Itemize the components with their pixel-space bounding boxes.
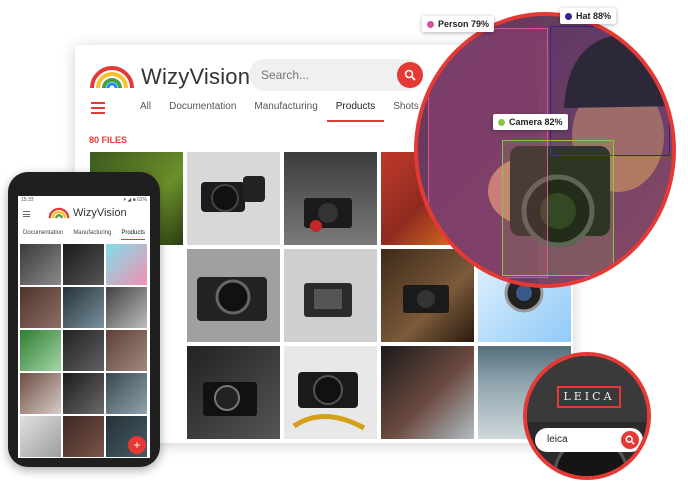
camera-detection-label: Camera 82% [493,114,568,130]
rainbow-logo-icon [90,66,134,89]
photo-tile[interactable] [284,152,377,245]
search-button[interactable] [621,431,639,449]
camera-closeup-illustration [527,356,647,476]
person-dot-icon [427,20,434,28]
brand-name: WizyVision [141,64,251,89]
phone-status-bar: 15:33 ▾ ◢ ■ 62% [18,196,150,204]
hamburger-menu-icon[interactable] [91,102,105,117]
photo-tile[interactable] [284,346,377,439]
camera-dot-icon [498,118,505,126]
photo-tile[interactable] [20,287,61,328]
hat-dot-icon [565,12,572,20]
tab-products[interactable]: Products [326,101,385,122]
detected-text-box: LEICA [557,386,621,408]
photo-tile[interactable] [63,244,104,285]
tab-manufacturing[interactable]: Manufacturing [73,230,111,240]
mobile-phone: 15:33 ▾ ◢ ■ 62% WizyVision Documentation… [8,172,160,467]
camera-photo-icon [304,283,352,317]
photo-tile[interactable] [106,287,147,328]
tab-all[interactable]: All [131,101,160,122]
rainbow-logo-icon [48,207,70,219]
search-button[interactable] [397,62,423,88]
tab-documentation[interactable]: Documentation [23,230,63,240]
brand-name: WizyVision [73,207,127,219]
tab-documentation[interactable]: Documentation [160,101,245,122]
photo-tile[interactable] [106,244,147,285]
camera-photo-icon [201,176,265,212]
text-search-zoom-circle: LEICA leica [523,352,651,480]
camera-photo-icon [304,198,352,232]
hamburger-menu-icon[interactable] [23,211,30,219]
status-indicators: ▾ ◢ ■ 62% [123,197,147,203]
photo-tile[interactable] [106,373,147,414]
camera-photo-icon [292,372,366,431]
category-tabs: All Documentation Manufacturing Products… [131,101,428,122]
tab-products[interactable]: Products [121,230,145,240]
photo-tile[interactable] [284,249,377,342]
photo-tile[interactable] [20,416,61,457]
search-icon [625,435,635,445]
files-count: 80 FILES [89,135,128,145]
status-time: 15:33 [21,197,34,203]
photo-tile[interactable] [20,330,61,371]
photo-tile[interactable] [20,373,61,414]
camera-photo-icon [203,382,257,416]
tab-manufacturing[interactable]: Manufacturing [245,101,326,122]
brand-logo[interactable]: WizyVision [89,61,250,93]
photo-tile[interactable] [63,287,104,328]
photo-tile[interactable] [381,346,474,439]
photo-tile[interactable] [187,249,280,342]
person-detection-label: Person 79% [422,16,495,32]
search-icon [404,69,416,81]
photo-tile[interactable] [187,346,280,439]
brand-logo[interactable]: WizyVision [48,207,127,219]
photo-tile[interactable] [63,330,104,371]
photo-tile[interactable] [20,244,61,285]
photo-tile[interactable] [63,416,104,457]
add-button[interactable]: + [128,436,146,454]
photo-tile[interactable] [187,152,280,245]
phone-screen: 15:33 ▾ ◢ ■ 62% WizyVision Documentation… [18,196,150,458]
camera-photo-icon [197,277,267,321]
category-tabs: Documentation Manufacturing Products [18,230,150,240]
photo-tile[interactable] [63,373,104,414]
hat-detection-box [550,26,670,156]
camera-detection-box [502,140,614,276]
hat-detection-label: Hat 88% [560,8,617,24]
photo-tile[interactable] [106,330,147,371]
detection-zoom-circle [414,12,676,288]
